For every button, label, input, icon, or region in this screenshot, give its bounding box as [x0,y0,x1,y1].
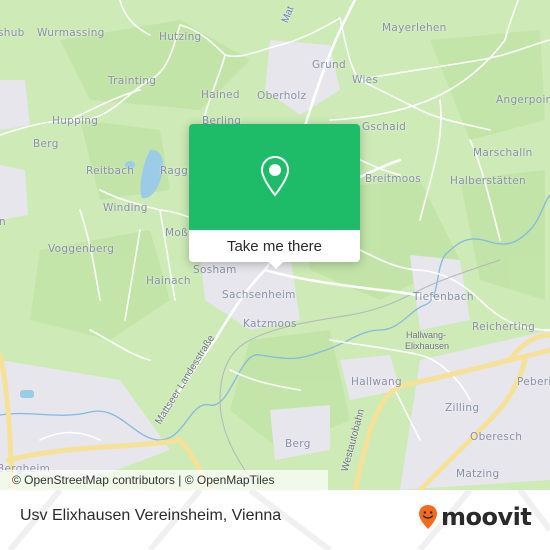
popup-pointer [267,260,285,269]
place-label: Hained [201,89,240,101]
place-label: Hallwang- [406,330,447,340]
place-label: Katzmoos [243,318,297,330]
place-label: Wurmassing [37,27,105,39]
place-label: Sachsenheim [222,289,296,301]
place-label: Reicherting [472,321,536,333]
place-label: Oberholz [257,90,307,102]
place-label: Reitbach [86,165,135,177]
place-label: Berg [33,138,59,150]
place-label: Moß [165,227,188,239]
place-label: Winding [103,202,148,214]
popup-header [189,124,360,230]
place-label: Wies [352,74,379,86]
moovit-logo[interactable]: moovit [418,502,532,532]
place-label: Oberesch [470,431,523,443]
place-label: Gschaid [362,121,407,133]
place-label: Grund [312,59,346,71]
location-popup: Take me there [189,124,360,269]
place-label: Sosham [193,264,237,276]
footer: Usv Elixhausen Vereinsheim, Vienna moovi… [0,490,550,550]
place-title: Usv Elixhausen Vereinsheim, Vienna [20,507,282,524]
moovit-pin-icon [419,505,437,529]
place-label: Halberstätten [450,175,526,187]
place-label: Marschalln [473,147,533,159]
place-label: Hallwang [351,376,402,388]
place-label: Mayerlehen [382,22,447,34]
place-label: Zilling [445,402,480,414]
map-pin-icon [260,155,289,197]
place-label: Angerpoint [496,94,550,106]
place-label: Breitmoos [365,173,422,185]
map-attribution[interactable]: © OpenStreetMap contributors | © OpenMap… [0,470,328,490]
place-label: Elixhausen [405,341,450,351]
place-label: Trainting [108,75,157,87]
take-me-there-button[interactable]: Take me there [189,230,360,262]
place-label: Hutzing [159,31,202,43]
place-label: Peberi [517,376,550,388]
place-label: n [0,216,6,228]
place-label: Tiefenbach [413,291,474,303]
place-label: Berg [285,438,311,450]
place-label: Raggi [160,165,192,177]
place-label: Hupping [52,115,99,127]
place-label: shub [0,27,25,39]
place-label: Hainach [146,275,191,287]
moovit-wordmark: moovit [441,503,532,531]
place-label: Matzing [456,468,500,480]
map[interactable]: shub Wurmassing Hutzing Mayerlehen Grund… [0,0,550,490]
place-label: Voggenberg [48,243,115,255]
